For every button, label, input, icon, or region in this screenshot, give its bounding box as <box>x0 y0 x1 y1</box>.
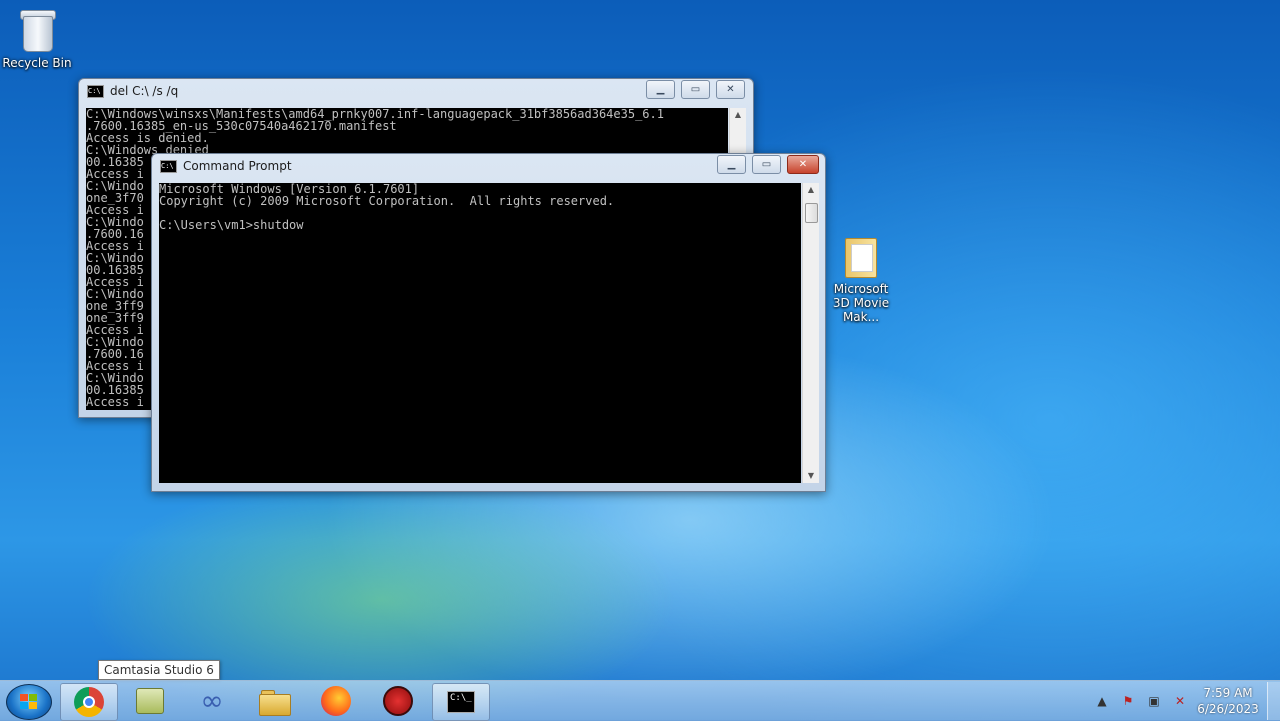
start-button[interactable] <box>6 684 52 720</box>
clock[interactable]: 7:59 AM 6/26/2023 <box>1193 685 1263 717</box>
folder-icon <box>843 234 879 278</box>
explorer-icon <box>259 688 291 716</box>
taskbar-chrome-button[interactable] <box>60 683 118 721</box>
maximize-button[interactable]: ▭ <box>752 155 781 174</box>
taskbar-infinity-button[interactable]: ∞ <box>184 683 240 719</box>
windows-logo-icon <box>20 694 38 710</box>
taskbar-explorer-button[interactable] <box>246 683 302 719</box>
show-hidden-icons-icon[interactable]: ▲ <box>1094 693 1110 709</box>
command-prompt-title: Command Prompt <box>183 159 292 173</box>
scroll-up-arrow-icon[interactable]: ▲ <box>803 183 819 197</box>
movie-maker-desktop-icon[interactable]: Microsoft 3D Movie Mak... <box>818 234 904 324</box>
console-app-icon: C:\ <box>160 159 177 173</box>
clock-date: 6/26/2023 <box>1197 702 1259 716</box>
console-app-icon: C:\ <box>87 84 104 98</box>
taskbar-red-app-button[interactable] <box>370 683 426 719</box>
red-app-icon <box>383 686 413 716</box>
movie-maker-label: Microsoft 3D Movie Mak... <box>832 282 890 324</box>
close-button[interactable]: ✕ <box>787 155 819 174</box>
clock-time: 7:59 AM <box>1203 686 1253 700</box>
camtasia-icon <box>136 688 164 714</box>
maximize-button[interactable]: ▭ <box>681 80 710 99</box>
taskbar: ∞ C:\_ ▲ ⚑ ▣ ✕ 7:59 AM 6/26/2023 <box>0 680 1280 721</box>
show-desktop-button[interactable] <box>1267 682 1280 720</box>
infinity-icon: ∞ <box>200 684 224 717</box>
del-window-title: del C:\ /s /q <box>110 84 179 98</box>
recycle-bin-label: Recycle Bin <box>2 56 72 70</box>
volume-muted-icon[interactable]: ✕ <box>1172 693 1188 709</box>
command-prompt-output[interactable]: Microsoft Windows [Version 6.1.7601] Copy… <box>159 183 801 483</box>
taskbar-tooltip: Camtasia Studio 6 <box>98 660 220 680</box>
cmd-icon: C:\_ <box>447 691 475 713</box>
console-line: Copyright (c) 2009 Microsoft Corporation… <box>159 194 615 208</box>
command-prompt-scrollbar[interactable]: ▲ ▼ <box>802 183 819 483</box>
recycle-bin-desktop-icon[interactable]: Recycle Bin <box>0 8 80 70</box>
taskbar-camtasia-button[interactable] <box>122 683 178 719</box>
taskbar-firefox-button[interactable] <box>308 683 364 719</box>
scroll-thumb[interactable] <box>805 203 818 223</box>
firefox-icon <box>321 686 351 716</box>
minimize-button[interactable]: ▁ <box>646 80 675 99</box>
taskbar-cmd-button[interactable]: C:\_ <box>432 683 490 721</box>
scroll-up-arrow-icon[interactable]: ▲ <box>730 108 746 122</box>
system-tray: ▲ ⚑ ▣ ✕ 7:59 AM 6/26/2023 <box>1089 681 1280 721</box>
recycle-bin-icon <box>20 8 56 52</box>
chrome-icon <box>74 687 104 717</box>
minimize-button[interactable]: ▁ <box>717 155 746 174</box>
action-center-flag-icon[interactable]: ⚑ <box>1120 693 1136 709</box>
network-icon[interactable]: ▣ <box>1146 693 1162 709</box>
close-button[interactable]: ✕ <box>716 80 745 99</box>
console-line: C:\Users\vm1>shutdow <box>159 218 304 232</box>
scroll-down-arrow-icon[interactable]: ▼ <box>803 469 819 483</box>
command-prompt-window[interactable]: C:\ Command Prompt ▁ ▭ ✕ Microsoft Windo… <box>151 153 826 492</box>
